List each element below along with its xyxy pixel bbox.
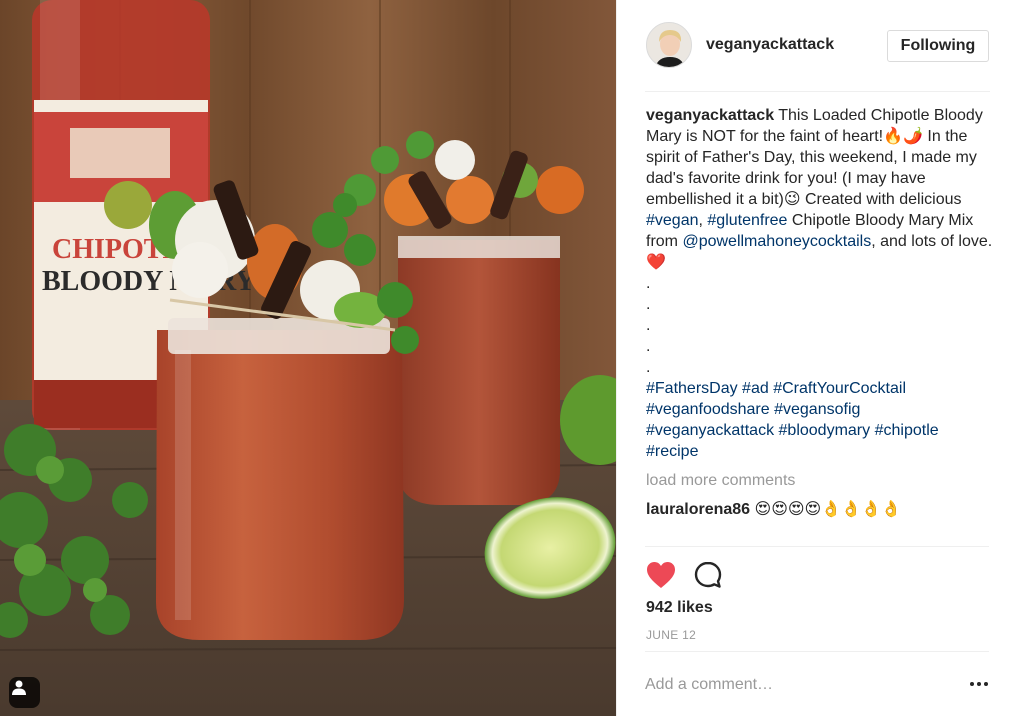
post-username[interactable]: veganyackattack [706, 36, 834, 54]
like-button[interactable] [645, 560, 677, 590]
user-tag-icon[interactable] [9, 677, 40, 708]
hashtag-vegansofig[interactable]: #vegansofig [774, 401, 860, 418]
heart-icon [647, 562, 675, 588]
comment-username[interactable]: lauralorena86 [646, 501, 750, 518]
comment-bubble-icon [694, 561, 722, 588]
hashtag-recipe[interactable]: #recipe [646, 443, 698, 460]
more-options-icon[interactable] [967, 676, 991, 692]
post-side-panel: veganyackattack Following veganyackattac… [616, 0, 1014, 716]
load-more-comments-link[interactable]: load more comments [646, 470, 996, 491]
comments-section: veganyackattack This Loaded Chipotle Blo… [646, 105, 996, 520]
caption-hashtags: #FathersDay #ad #CraftYourCocktail #vegan… [646, 378, 996, 462]
bloody-mary-image: CHIPOTLE BLOODY MARY [0, 0, 616, 716]
caption: veganyackattack This Loaded Chipotle Blo… [646, 105, 996, 273]
avatar[interactable] [646, 22, 692, 68]
caption-dot: . [646, 359, 651, 376]
post-actions [645, 560, 765, 590]
avatar-image [647, 23, 691, 67]
hashtag-vegan[interactable]: #vegan [646, 212, 699, 229]
hashtag-veganyackattack[interactable]: #veganyackattack [646, 422, 774, 439]
hashtag-veganfoodshare[interactable]: #veganfoodshare [646, 401, 770, 418]
hashtag-glutenfree[interactable]: #glutenfree [707, 212, 787, 229]
caption-username[interactable]: veganyackattack [646, 107, 774, 124]
following-button[interactable]: Following [887, 30, 989, 62]
hashtag-fathersday[interactable]: #FathersDay [646, 380, 738, 397]
hashtag-bloodymary[interactable]: #bloodymary [779, 422, 871, 439]
comment-text: 😍😍😍😍👌👌👌👌 [750, 501, 901, 518]
caption-dot: . [646, 317, 651, 334]
comment-button[interactable] [693, 560, 723, 590]
actions-divider [645, 546, 989, 547]
header-divider [645, 91, 990, 92]
like-count[interactable]: 942 likes [646, 599, 713, 617]
hashtag-chipotle[interactable]: #chipotle [875, 422, 939, 439]
caption-dot: . [646, 338, 651, 355]
add-comment-input[interactable] [645, 672, 955, 698]
caption-dot: . [646, 296, 651, 313]
caption-dot: . [646, 275, 651, 292]
instagram-post: CHIPOTLE BLOODY MARY veganyackattack Fol… [0, 0, 1014, 716]
post-date[interactable]: JUNE 12 [646, 628, 696, 642]
mention-powellmahoneycocktails[interactable]: @powellmahoneycocktails [682, 233, 871, 250]
comment-input-divider [645, 651, 989, 652]
post-photo[interactable]: CHIPOTLE BLOODY MARY [0, 0, 616, 716]
post-header: veganyackattack Following [617, 0, 1014, 92]
comment: lauralorena86 😍😍😍😍👌👌👌👌 [646, 499, 996, 520]
hashtag-craftyourcocktail[interactable]: #CraftYourCocktail [773, 380, 906, 397]
hashtag-ad[interactable]: #ad [742, 380, 769, 397]
